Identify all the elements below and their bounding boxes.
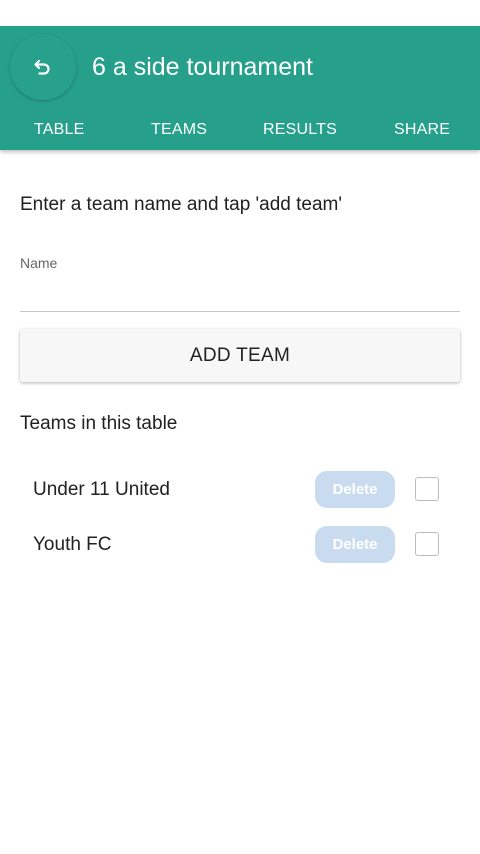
tab-teams[interactable]: TEAMS	[151, 120, 207, 140]
tab-results[interactable]: RESULTS	[263, 120, 337, 140]
app-bar: 6 a side tournament TABLE TEAMS RESULTS …	[0, 26, 480, 150]
delete-team-button[interactable]: Delete	[315, 526, 395, 563]
undo-arrow-icon	[34, 59, 50, 75]
instructions-text: Enter a team name and tap 'add team'	[20, 194, 343, 215]
team-row: Youth FC Delete	[0, 525, 480, 565]
teams-section-heading: Teams in this table	[20, 413, 178, 434]
team-select-checkbox[interactable]	[415, 477, 439, 501]
name-field-label: Name	[20, 255, 58, 271]
status-bar	[0, 0, 480, 26]
team-name-input[interactable]	[20, 282, 460, 312]
team-name: Youth FC	[33, 534, 112, 555]
tab-bar: TABLE TEAMS RESULTS SHARE	[0, 112, 480, 150]
tab-share[interactable]: SHARE	[394, 120, 450, 140]
delete-team-button[interactable]: Delete	[315, 471, 395, 508]
team-row: Under 11 United Delete	[0, 470, 480, 510]
back-button[interactable]	[10, 34, 76, 100]
page-title: 6 a side tournament	[92, 53, 313, 81]
team-name: Under 11 United	[33, 479, 170, 500]
tab-table[interactable]: TABLE	[34, 120, 85, 140]
add-team-button[interactable]: ADD TEAM	[20, 329, 460, 382]
team-select-checkbox[interactable]	[415, 532, 439, 556]
